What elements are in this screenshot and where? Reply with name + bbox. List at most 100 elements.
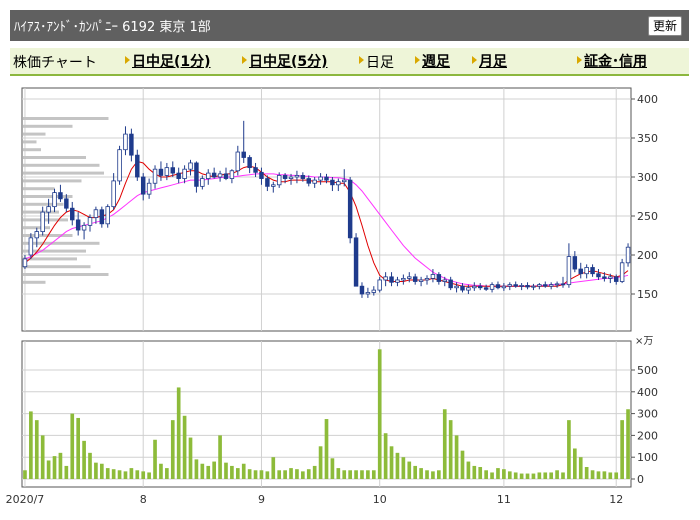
volume-bar	[626, 409, 630, 479]
volume-bar	[549, 472, 554, 479]
candle-down	[324, 176, 329, 181]
volume-bar	[371, 470, 376, 479]
candle-up	[531, 285, 536, 288]
volume-bar	[395, 452, 400, 479]
candle-down	[495, 284, 501, 289]
volume-bar	[94, 462, 98, 479]
candle-down	[99, 209, 105, 225]
candle-up	[182, 168, 187, 179]
candle-up	[81, 224, 87, 231]
volume-bar	[519, 473, 524, 479]
volume-bar	[212, 461, 216, 479]
candle-up	[519, 285, 524, 287]
volume-profile-bar	[23, 156, 86, 159]
candle-down	[590, 267, 595, 275]
candle-up	[22, 258, 28, 268]
candle-up	[395, 279, 400, 283]
volume-profile-bar	[23, 273, 109, 276]
stock-chart: 150 200 250 300 350 400 0 100 200 300 400 500 ×万 2020…	[6, 87, 658, 506]
volume-bar	[502, 469, 506, 479]
volume-tick-label: 100	[637, 451, 658, 464]
candle-down	[129, 133, 134, 156]
candle-down	[211, 172, 217, 178]
candle-down	[176, 172, 181, 179]
candle-down	[330, 179, 335, 186]
volume-bar	[496, 468, 500, 479]
volume-bar	[76, 417, 81, 479]
candle-up	[342, 179, 347, 183]
volume-bar	[596, 471, 601, 479]
volume-bar	[454, 435, 459, 479]
volume-bar	[407, 461, 412, 479]
candle-up	[105, 206, 110, 225]
volume-profile-bar	[23, 195, 73, 198]
candle-down	[602, 276, 607, 279]
volume-bar	[572, 448, 577, 479]
volume-bar	[389, 446, 394, 479]
volume-bar	[342, 470, 347, 479]
price-tick-label: 300	[637, 171, 658, 184]
volume-bar	[206, 465, 211, 479]
candle-down	[282, 175, 288, 179]
volume-bar	[170, 420, 175, 479]
volume-bar	[82, 440, 86, 479]
candle-up	[401, 277, 406, 281]
candle-up	[454, 285, 459, 289]
volume-bar	[295, 469, 299, 479]
volume-bar	[448, 420, 453, 479]
candle-up	[383, 276, 388, 281]
volume-bar	[277, 470, 282, 479]
candle-down	[265, 178, 270, 187]
candle-down	[247, 157, 252, 169]
candle-down	[613, 276, 619, 282]
volume-bar	[484, 470, 488, 479]
candle-down	[170, 167, 176, 174]
candle-up	[472, 285, 477, 289]
volume-bar	[478, 467, 483, 479]
volume-bar	[70, 413, 75, 479]
candle-up	[34, 231, 40, 239]
volume-bar	[531, 473, 536, 479]
volume-bar	[312, 465, 317, 479]
volume-profile-bar	[23, 241, 100, 245]
candle-down	[513, 284, 518, 287]
candle-up	[371, 289, 377, 293]
candle-down	[543, 284, 548, 287]
candle-up	[442, 279, 447, 282]
volume-bar	[29, 411, 33, 479]
candle-up	[188, 162, 193, 170]
volume-bar	[460, 450, 465, 479]
candle-down	[194, 162, 199, 187]
volume-bar	[401, 457, 406, 479]
candle-down	[306, 178, 311, 184]
volume-bar	[336, 468, 341, 479]
volume-bar	[34, 420, 39, 479]
volume-bar	[324, 419, 329, 479]
volume-profile-bar	[23, 132, 46, 136]
volume-bar	[117, 470, 122, 479]
volume-bar	[141, 471, 146, 479]
volume-bar	[129, 468, 134, 479]
candle-down	[70, 207, 75, 221]
candle-down	[300, 175, 306, 179]
volume-bar	[165, 468, 169, 479]
candle-down	[259, 171, 264, 179]
candle-up	[318, 176, 323, 181]
candle-up	[117, 149, 122, 182]
volume-bar	[348, 470, 352, 479]
candle-up	[424, 277, 430, 281]
volume-bar	[608, 472, 613, 479]
candle-up	[276, 175, 282, 186]
candle-up	[206, 172, 211, 179]
volume-bar	[235, 468, 240, 479]
volume-bar	[525, 473, 530, 479]
volume-bar	[46, 460, 51, 479]
candle-down	[436, 274, 442, 282]
candle-down	[75, 219, 81, 231]
candle-down	[412, 276, 418, 282]
candle-up	[407, 276, 412, 279]
candle-up	[619, 262, 625, 282]
candle-down	[140, 176, 146, 195]
volume-bar	[537, 472, 542, 479]
volume-bar	[194, 459, 199, 479]
